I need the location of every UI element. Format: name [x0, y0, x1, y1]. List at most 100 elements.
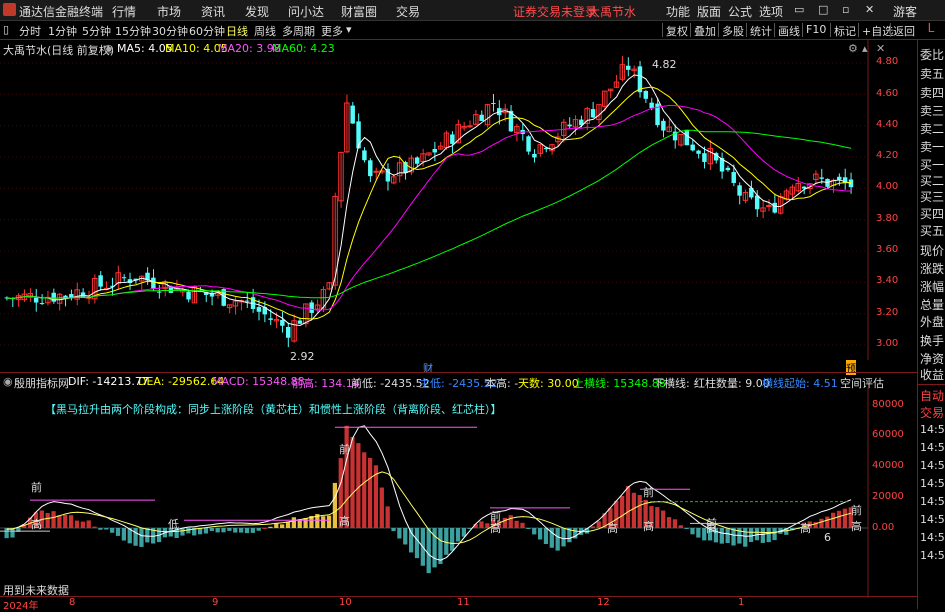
- side-weibi: 委比: [920, 48, 945, 62]
- side-trade[interactable]: 交易: [920, 404, 945, 421]
- tab-1min[interactable]: 1分钟: [48, 23, 77, 39]
- qian-mark: 前: [339, 443, 350, 456]
- candle-body: [373, 170, 379, 173]
- side-time: 14:56: [920, 459, 945, 472]
- tab-daily[interactable]: 日线: [226, 23, 248, 39]
- minimize-icon[interactable]: ▭: [794, 3, 804, 16]
- candle-body: [766, 205, 772, 208]
- chart-close-icon[interactable]: ✕: [876, 42, 885, 55]
- btn-f10[interactable]: F10: [806, 23, 826, 36]
- macd-bar: [209, 528, 214, 532]
- tab-multi-period[interactable]: 多周期: [282, 23, 315, 39]
- ma5-line: [6, 74, 852, 327]
- tab-60min[interactable]: 60分钟: [189, 23, 225, 39]
- tab-30min[interactable]: 30分钟: [152, 23, 188, 39]
- macd-bar: [725, 528, 730, 543]
- side-time: 14:56: [920, 549, 945, 562]
- x-tick: 9: [212, 597, 219, 608]
- side-huanshou: 换手: [920, 334, 945, 348]
- macd-bar: [332, 482, 338, 528]
- candle-body: [702, 153, 707, 162]
- btn-add-watchlist[interactable]: +自选: [862, 23, 893, 39]
- macd-bar: [426, 528, 431, 574]
- x-tick: 1: [738, 597, 745, 608]
- price-tick: 3.20: [876, 307, 899, 318]
- btn-biaoji[interactable]: 标记: [834, 23, 856, 39]
- menu-gongshi[interactable]: 公式: [728, 3, 752, 20]
- side-time: 14:56: [920, 423, 945, 436]
- tab-weekly[interactable]: 周线: [254, 23, 276, 39]
- macd-bar: [526, 528, 531, 529]
- candle-body: [725, 167, 731, 171]
- candle-body: [157, 291, 162, 293]
- candle-body: [121, 277, 127, 279]
- tab-more[interactable]: 更多: [321, 23, 343, 39]
- menu-hangqing[interactable]: 行情: [112, 3, 136, 20]
- side-waipan: 外盘: [920, 315, 945, 329]
- btn-tongji[interactable]: 统计: [750, 23, 772, 39]
- candle-body: [362, 150, 367, 161]
- btn-huaxian[interactable]: 画线: [778, 23, 800, 39]
- gao-mark: 高: [339, 515, 350, 528]
- macd-bar: [379, 487, 384, 528]
- menu-wenxiaoda[interactable]: 问小达: [288, 3, 324, 20]
- menu-caifuquan[interactable]: 财富圈: [341, 3, 377, 20]
- guest-label[interactable]: 游客: [893, 3, 917, 20]
- macd-bar: [274, 523, 279, 528]
- macd-bar: [555, 528, 560, 551]
- menu-gongneng[interactable]: 功能: [666, 3, 690, 20]
- macd-bar: [92, 526, 97, 528]
- menu-xuanxiang[interactable]: 选项: [759, 3, 783, 20]
- qian-mark: 前: [31, 481, 42, 494]
- gao-mark: 高: [706, 522, 717, 535]
- macd-bar: [502, 517, 508, 528]
- restore-icon[interactable]: ▫: [842, 3, 849, 16]
- macd-bar: [86, 520, 91, 528]
- candle-body: [731, 172, 736, 183]
- indicator-gear-icon[interactable]: ◉: [3, 375, 13, 388]
- candle-body: [368, 160, 373, 177]
- candle-body: [532, 153, 537, 158]
- macd-bar: [397, 528, 402, 539]
- tab-15min[interactable]: 15分钟: [115, 23, 151, 39]
- side-auto[interactable]: 自动: [920, 387, 945, 404]
- login-status[interactable]: 证券交易未登录: [513, 3, 597, 20]
- macd-bar: [719, 528, 724, 544]
- btn-back[interactable]: 返回: [893, 23, 915, 39]
- tab-5min[interactable]: 5分钟: [82, 23, 111, 39]
- macd-bar: [690, 528, 695, 535]
- candle-body: [268, 318, 273, 320]
- candle-body: [772, 202, 777, 213]
- macd-bar: [303, 518, 308, 528]
- macd-bar: [590, 526, 595, 528]
- indicator-chart[interactable]: [0, 388, 870, 598]
- side-panel-toggle[interactable]: L: [917, 21, 945, 40]
- dif-value: DIF: -14213.77: [68, 375, 149, 388]
- tab-fenshi[interactable]: 分时: [19, 23, 41, 39]
- macd-bar: [115, 528, 121, 536]
- btn-diejia[interactable]: 叠加: [694, 23, 716, 39]
- macd-bar: [508, 515, 513, 528]
- menu-jiaoyi[interactable]: 交易: [396, 3, 420, 20]
- menu-faxian[interactable]: 发现: [245, 3, 269, 20]
- menu-shichang[interactable]: 市场: [157, 3, 181, 20]
- candle-body: [590, 109, 596, 118]
- price-tick: 3.00: [876, 338, 899, 349]
- side-zhangdie: 涨跌: [920, 262, 945, 276]
- macd-bar: [45, 513, 50, 528]
- btn-duogu[interactable]: 多股: [722, 23, 744, 39]
- macd-bar: [760, 528, 765, 543]
- candle-body: [414, 157, 420, 164]
- candlestick-chart[interactable]: [0, 40, 870, 360]
- more-dropdown-icon[interactable]: ▾: [346, 23, 352, 36]
- macd-bar: [637, 495, 642, 528]
- macd-bar: [631, 492, 637, 528]
- toolbar-square-icon[interactable]: ▯: [3, 23, 9, 36]
- menu-zixun[interactable]: 资讯: [201, 3, 225, 20]
- side-maiwu: 卖五: [920, 67, 945, 81]
- maximize-icon[interactable]: □: [818, 3, 828, 16]
- close-icon[interactable]: ✕: [865, 3, 874, 16]
- menu-banmian[interactable]: 版面: [697, 3, 721, 20]
- candle-body: [649, 102, 654, 109]
- btn-fuquan[interactable]: 复权: [666, 23, 688, 39]
